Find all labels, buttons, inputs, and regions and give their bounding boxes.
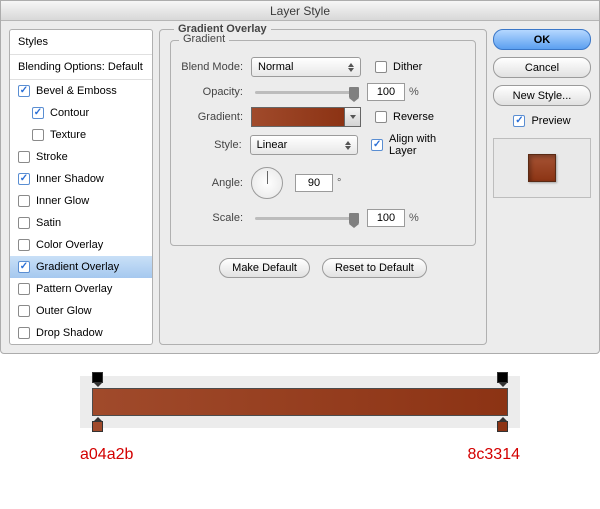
preview-swatch: [528, 154, 556, 182]
style-checkbox[interactable]: [18, 261, 30, 273]
cancel-button[interactable]: Cancel: [493, 57, 591, 78]
align-checkbox[interactable]: [371, 139, 383, 151]
sidebar-item-label: Satin: [36, 217, 61, 229]
reverse-checkbox[interactable]: [375, 111, 387, 123]
sidebar-item-pattern-overlay[interactable]: Pattern Overlay: [10, 278, 152, 300]
sidebar-item-texture[interactable]: Texture: [10, 124, 152, 146]
style-checkbox[interactable]: [18, 217, 30, 229]
sidebar-item-outer-glow[interactable]: Outer Glow: [10, 300, 152, 322]
style-checkbox[interactable]: [18, 151, 30, 163]
scale-label: Scale:: [181, 212, 251, 224]
gradient-overlay-group: Gradient Overlay Gradient Blend Mode: No…: [159, 29, 487, 345]
preview-swatch-box: [493, 138, 591, 198]
reset-default-button[interactable]: Reset to Default: [322, 258, 427, 278]
sidebar-item-contour[interactable]: Contour: [10, 102, 152, 124]
color-stop-right[interactable]: [497, 421, 508, 432]
sidebar-item-label: Drop Shadow: [36, 327, 103, 339]
ok-button[interactable]: OK: [493, 29, 591, 50]
hex-left: a04a2b: [80, 446, 133, 464]
style-checkbox[interactable]: [18, 327, 30, 339]
style-label: Style:: [181, 139, 250, 151]
sidebar-item-inner-shadow[interactable]: Inner Shadow: [10, 168, 152, 190]
sidebar-item-gradient-overlay[interactable]: Gradient Overlay: [10, 256, 152, 278]
style-checkbox[interactable]: [18, 305, 30, 317]
window-title: Layer Style: [1, 1, 599, 21]
blend-mode-value: Normal: [258, 61, 293, 73]
style-checkbox[interactable]: [18, 85, 30, 97]
angle-label: Angle:: [181, 177, 251, 189]
sidebar-item-label: Bevel & Emboss: [36, 85, 117, 97]
blend-mode-select[interactable]: Normal: [251, 57, 361, 77]
sidebar-item-bevel-emboss[interactable]: Bevel & Emboss: [10, 80, 152, 102]
styles-header[interactable]: Styles: [10, 30, 152, 55]
gradient-dropdown[interactable]: [345, 107, 361, 127]
sidebar-item-label: Inner Glow: [36, 195, 89, 207]
sidebar-item-label: Inner Shadow: [36, 173, 104, 185]
deg-label: °: [337, 177, 341, 189]
preview-checkbox[interactable]: [513, 115, 525, 127]
hex-right: 8c3314: [468, 446, 521, 464]
opacity-label: Opacity:: [181, 86, 251, 98]
gradient-group: Gradient Blend Mode: Normal Dither Opaci…: [170, 40, 476, 246]
updown-icon: [345, 141, 351, 150]
sidebar-item-label: Stroke: [36, 151, 68, 163]
gradient-editor-area: [0, 354, 600, 434]
style-checkbox[interactable]: [18, 283, 30, 295]
style-checkbox[interactable]: [18, 195, 30, 207]
scale-input[interactable]: 100: [367, 209, 405, 227]
scale-slider[interactable]: [251, 212, 361, 224]
style-checkbox[interactable]: [18, 239, 30, 251]
style-value: Linear: [257, 139, 288, 151]
color-stop-left[interactable]: [92, 421, 103, 432]
hex-labels: a04a2b 8c3314: [0, 434, 600, 472]
align-label: Align with Layer: [389, 133, 465, 157]
right-column: OK Cancel New Style... Preview: [493, 29, 591, 345]
make-default-button[interactable]: Make Default: [219, 258, 310, 278]
gradient-bar[interactable]: [92, 388, 508, 416]
preview-label: Preview: [531, 115, 570, 127]
dialog-body: Styles Blending Options: Default Bevel &…: [1, 21, 599, 353]
dither-checkbox[interactable]: [375, 61, 387, 73]
opacity-stop-left[interactable]: [92, 372, 103, 383]
angle-input[interactable]: 90: [295, 174, 333, 192]
angle-dial[interactable]: [251, 167, 283, 199]
sidebar-item-drop-shadow[interactable]: Drop Shadow: [10, 322, 152, 344]
opacity-slider[interactable]: [251, 86, 361, 98]
layer-style-dialog: Layer Style Styles Blending Options: Def…: [0, 0, 600, 354]
settings-panel: Gradient Overlay Gradient Blend Mode: No…: [159, 29, 591, 345]
sidebar-item-label: Texture: [50, 129, 86, 141]
pct-label: %: [409, 86, 419, 98]
sidebar-item-color-overlay[interactable]: Color Overlay: [10, 234, 152, 256]
sidebar-item-inner-glow[interactable]: Inner Glow: [10, 190, 152, 212]
inner-title: Gradient: [179, 33, 229, 45]
pct-label: %: [409, 212, 419, 224]
blend-mode-label: Blend Mode:: [181, 61, 251, 73]
sidebar-item-label: Pattern Overlay: [36, 283, 112, 295]
blending-options[interactable]: Blending Options: Default: [10, 55, 152, 80]
sidebar-item-label: Gradient Overlay: [36, 261, 119, 273]
sidebar-item-stroke[interactable]: Stroke: [10, 146, 152, 168]
style-checkbox[interactable]: [18, 173, 30, 185]
gradient-label: Gradient:: [181, 111, 251, 123]
updown-icon: [348, 63, 354, 72]
style-checkbox[interactable]: [32, 129, 44, 141]
opacity-stop-right[interactable]: [497, 372, 508, 383]
sidebar-item-label: Contour: [50, 107, 89, 119]
reverse-label: Reverse: [393, 111, 434, 123]
new-style-button[interactable]: New Style...: [493, 85, 591, 106]
style-checkbox[interactable]: [32, 107, 44, 119]
opacity-input[interactable]: 100: [367, 83, 405, 101]
styles-sidebar: Styles Blending Options: Default Bevel &…: [9, 29, 153, 345]
dither-label: Dither: [393, 61, 422, 73]
sidebar-item-label: Outer Glow: [36, 305, 92, 317]
gradient-editor: [80, 376, 520, 428]
gradient-preview[interactable]: [251, 107, 345, 127]
style-select[interactable]: Linear: [250, 135, 358, 155]
chevron-down-icon: [350, 115, 356, 119]
sidebar-item-satin[interactable]: Satin: [10, 212, 152, 234]
sidebar-item-label: Color Overlay: [36, 239, 103, 251]
